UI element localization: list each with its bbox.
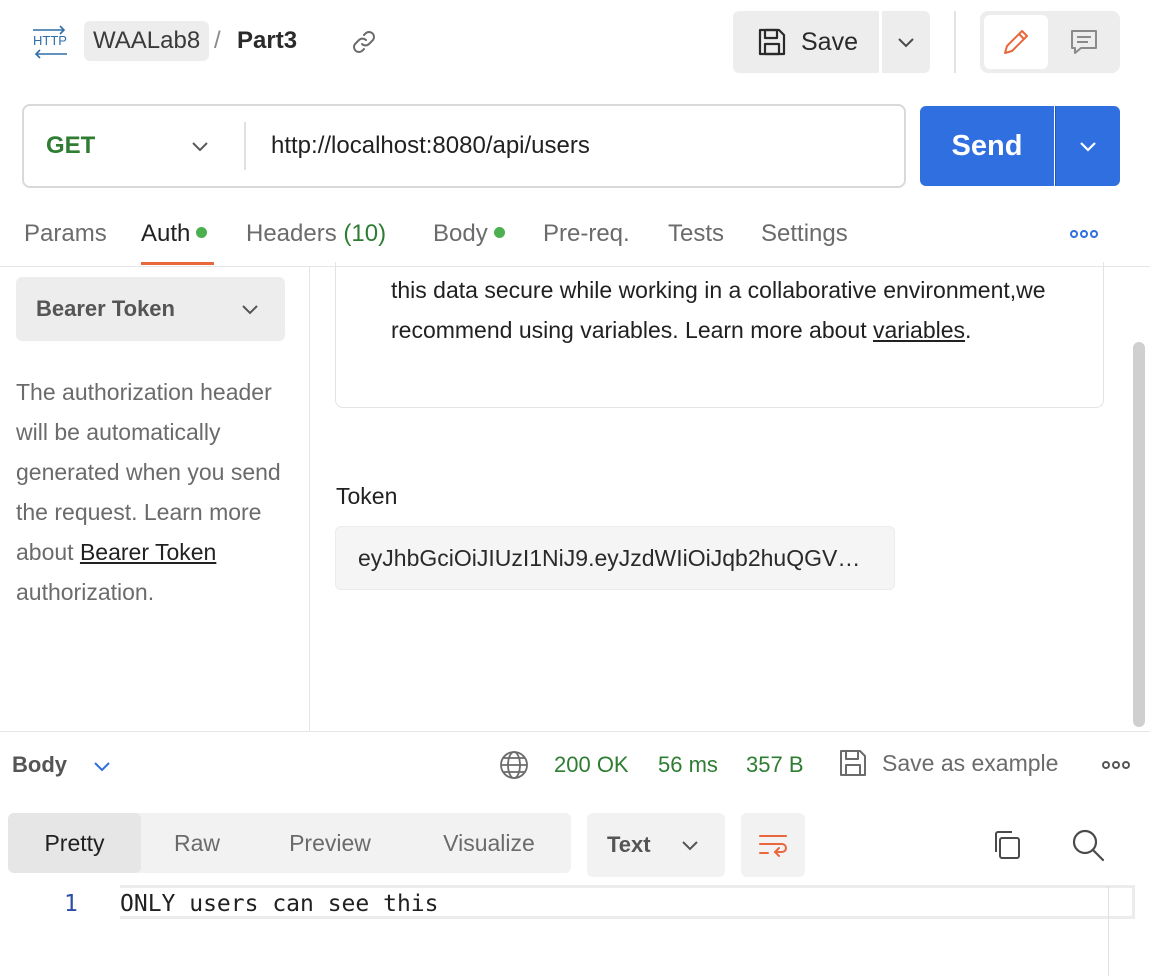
response-view-tabs: Pretty Raw Preview Visualize: [8, 813, 571, 873]
breadcrumb-separator: /: [214, 27, 221, 54]
save-icon: [758, 28, 786, 56]
response-more-icon[interactable]: [1100, 755, 1132, 775]
send-options-button[interactable]: [1055, 106, 1120, 186]
globe-icon[interactable]: [498, 749, 530, 781]
save-label: Save: [801, 27, 858, 56]
view-tab-raw[interactable]: Raw: [141, 813, 253, 873]
format-select[interactable]: Text: [587, 813, 725, 877]
comment-icon: [1071, 30, 1097, 54]
http-request-icon: HTTP: [30, 24, 70, 60]
url-input[interactable]: http://localhost:8080/api/users: [271, 130, 590, 162]
tab-body-label: Body: [433, 220, 488, 247]
format-label: Text: [607, 832, 651, 857]
method-selector[interactable]: GET: [46, 130, 95, 162]
chevron-down-icon: [242, 305, 258, 315]
editor-guide-line: [1108, 886, 1109, 976]
view-tab-pretty[interactable]: Pretty: [8, 813, 141, 873]
tab-auth[interactable]: Auth: [141, 217, 208, 251]
pencil-icon: [1004, 30, 1028, 54]
tab-auth-label: Auth: [141, 220, 191, 247]
comment-mode-button[interactable]: [1052, 15, 1116, 69]
panel-divider: [309, 267, 310, 732]
send-button[interactable]: Send: [920, 106, 1054, 186]
tab-headers[interactable]: Headers (10): [246, 217, 386, 251]
url-divider: [244, 122, 246, 170]
chevron-down-icon: [898, 38, 914, 48]
response-divider: [0, 731, 1150, 732]
tab-prereq[interactable]: Pre-req.: [543, 217, 630, 251]
view-tab-visualize[interactable]: Visualize: [407, 813, 571, 873]
link-icon[interactable]: [350, 28, 378, 56]
active-tab-indicator: [141, 262, 214, 265]
edit-mode-button[interactable]: [984, 15, 1048, 69]
tab-headers-label: Headers: [246, 220, 337, 247]
save-icon: [840, 750, 866, 776]
response-size[interactable]: 357 B: [746, 750, 804, 780]
copy-icon[interactable]: [990, 828, 1024, 862]
chevron-down-icon[interactable]: [188, 134, 212, 158]
chevron-down-icon: [682, 841, 698, 851]
search-icon[interactable]: [1070, 827, 1106, 863]
response-body-text[interactable]: ONLY users can see this: [120, 889, 439, 919]
body-set-indicator: [493, 227, 505, 239]
save-button[interactable]: Save: [733, 11, 879, 73]
tab-body[interactable]: Body: [433, 217, 505, 251]
response-body-label[interactable]: Body: [12, 750, 67, 780]
chevron-down-icon[interactable]: [90, 754, 114, 778]
wrap-lines-icon: [759, 835, 787, 857]
note-suffix: .: [965, 317, 972, 343]
headers-count: (10): [343, 220, 387, 247]
status-code[interactable]: 200 OK: [554, 750, 629, 780]
token-input[interactable]: eyJhbGciOiJIUzI1NiJ9.eyJzdWIiOiJqb2huQGV…: [335, 526, 895, 590]
auth-desc-suffix: authorization.: [16, 579, 155, 605]
chevron-down-icon: [1080, 142, 1096, 152]
line-number: 1: [64, 891, 78, 917]
toolbar-divider: [954, 11, 956, 73]
breadcrumb-collection[interactable]: WAALab8: [84, 21, 210, 61]
request-name[interactable]: Part3: [237, 21, 297, 61]
word-wrap-button[interactable]: [741, 813, 805, 877]
tab-settings[interactable]: Settings: [761, 217, 848, 251]
save-example-label: Save as example: [882, 749, 1059, 776]
auth-set-indicator: [196, 227, 208, 239]
auth-type-select[interactable]: Bearer Token: [16, 277, 285, 341]
view-tab-preview[interactable]: Preview: [253, 813, 407, 873]
http-badge-text: HTTP: [33, 33, 67, 48]
variables-note: this data secure while working in a coll…: [391, 270, 1081, 350]
variables-link[interactable]: variables: [873, 317, 965, 343]
auth-description: The authorization header will be automat…: [16, 372, 296, 612]
token-label: Token: [336, 483, 398, 509]
tab-tests[interactable]: Tests: [668, 217, 724, 251]
more-options-icon[interactable]: [1068, 224, 1100, 244]
bearer-token-link[interactable]: Bearer Token: [80, 539, 216, 565]
tab-params[interactable]: Params: [24, 217, 107, 251]
scrollbar[interactable]: [1133, 342, 1145, 727]
response-time[interactable]: 56 ms: [658, 750, 718, 780]
save-options-button[interactable]: [882, 11, 930, 73]
auth-type-label: Bearer Token: [36, 296, 175, 321]
save-as-example-button[interactable]: Save as example: [838, 748, 1058, 778]
auth-desc-text: The authorization header will be automat…: [16, 379, 281, 565]
